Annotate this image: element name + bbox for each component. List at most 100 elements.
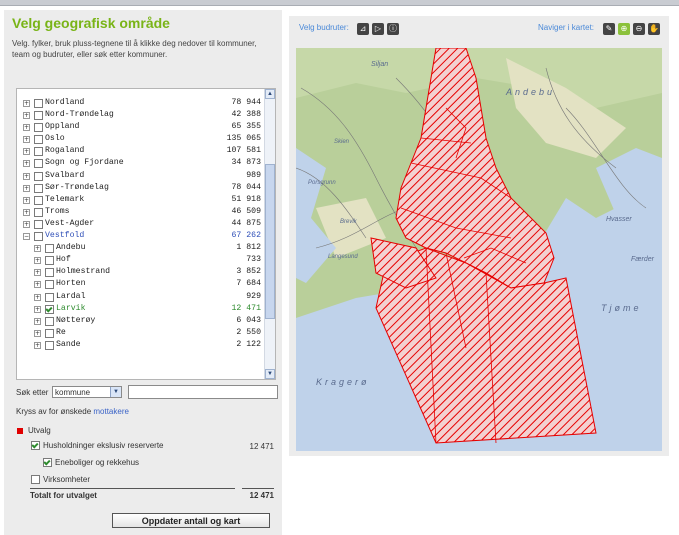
expand-icon[interactable]: +	[34, 245, 41, 253]
tree-row-checkbox[interactable]	[45, 304, 54, 314]
expand-icon[interactable]: +	[34, 341, 41, 349]
tree-row-checkbox[interactable]	[45, 244, 54, 254]
expand-icon[interactable]: +	[23, 136, 30, 144]
tree-row-label: Vestfold	[45, 231, 85, 241]
expand-icon[interactable]: +	[23, 148, 30, 156]
expand-icon[interactable]: +	[34, 281, 41, 289]
tree-scrollbar[interactable]: ▲ ▼	[264, 89, 275, 379]
scroll-down-icon[interactable]: ▼	[265, 369, 275, 379]
tree-row[interactable]: + Oslo 135 065	[17, 133, 263, 145]
tree-row-checkbox[interactable]	[45, 268, 54, 278]
tree-row-label: Holmestrand	[56, 267, 111, 277]
tree-row-checkbox[interactable]	[45, 316, 54, 326]
tree-row[interactable]: + Re 2 550	[17, 327, 263, 339]
tree-row-checkbox[interactable]	[45, 256, 54, 266]
eneboliger-option[interactable]: Eneboliger og rekkehus	[43, 458, 139, 468]
tree-row[interactable]: + Nord-Trøndelag 42 388	[17, 109, 263, 121]
pencil-icon[interactable]: ✎	[603, 23, 615, 35]
expand-icon[interactable]: +	[34, 317, 41, 325]
tree-row-checkbox[interactable]	[34, 147, 43, 157]
chevron-down-icon[interactable]: ▼	[110, 387, 121, 397]
tree-row-label: Nøtterøy	[56, 315, 96, 325]
tree-row[interactable]: + Holmestrand 3 852	[17, 266, 263, 278]
expand-icon[interactable]: +	[23, 100, 30, 107]
tree-row-checkbox[interactable]	[34, 219, 43, 229]
tree-row[interactable]: + Troms 46 509	[17, 206, 263, 218]
select-polygon-icon[interactable]: ⊿	[357, 23, 369, 35]
expand-icon[interactable]: +	[34, 257, 41, 265]
zoom-out-icon[interactable]: ⊖	[633, 23, 645, 35]
tree-row-checkbox[interactable]	[34, 159, 43, 169]
tree-row-checkbox[interactable]	[45, 340, 54, 350]
tree-row[interactable]: + Svalbard 989	[17, 170, 263, 182]
tree-row-count: 46 509	[231, 206, 261, 216]
tree-row-checkbox[interactable]	[34, 123, 43, 133]
tree-row[interactable]: + Rogaland 107 581	[17, 145, 263, 157]
tree-row[interactable]: − Vestfold 67 262	[17, 230, 263, 242]
tree-row-count: 929	[246, 291, 261, 301]
map-canvas[interactable]: Siljan Andebu Tjøme Kragerø Hvasser Færd…	[296, 48, 662, 451]
tree-rows: + Nordland 78 944 + Nord-Trøndelag 42 388 + Opp…	[17, 97, 263, 351]
tree-row-checkbox[interactable]	[34, 207, 43, 217]
tree-row[interactable]: + Nøtterøy 6 043	[17, 315, 263, 327]
search-type-select[interactable]: kommune ▼	[52, 386, 122, 398]
pan-hand-icon[interactable]: ✋	[648, 23, 660, 35]
virksomheter-option[interactable]: Virksomheter	[31, 475, 90, 485]
expand-icon[interactable]: +	[34, 329, 41, 337]
expand-icon[interactable]: +	[34, 269, 41, 277]
tree-row-checkbox[interactable]	[45, 280, 54, 290]
select-area-icon[interactable]: ▷	[372, 23, 384, 35]
region-tree: + Nordland 78 944 + Nord-Trøndelag 42 388 + Opp…	[16, 88, 276, 380]
tree-row[interactable]: + Hof 733	[17, 254, 263, 266]
info-icon[interactable]: ⓘ	[387, 23, 399, 35]
husholdninger-checkbox[interactable]	[31, 441, 40, 451]
tree-row[interactable]: + Sør-Trøndelag 78 044	[17, 182, 263, 194]
expand-icon[interactable]: +	[23, 220, 30, 228]
tree-row-checkbox[interactable]	[34, 232, 43, 242]
expand-icon[interactable]: +	[23, 112, 30, 120]
tree-row-count: 2 550	[236, 327, 261, 337]
tree-row[interactable]: + Vest-Agder 44 875	[17, 218, 263, 230]
scroll-up-icon[interactable]: ▲	[265, 89, 275, 99]
tree-row-checkbox[interactable]	[45, 292, 54, 302]
zoom-in-icon[interactable]: ⊕	[618, 23, 630, 35]
tree-row[interactable]: + Telemark 51 918	[17, 194, 263, 206]
virksomheter-checkbox[interactable]	[31, 475, 40, 485]
update-button[interactable]: Oppdater antall og kart	[112, 513, 270, 528]
tree-row-checkbox[interactable]	[34, 111, 43, 121]
tree-row-checkbox[interactable]	[34, 195, 43, 205]
scroll-thumb[interactable]	[265, 164, 275, 319]
expand-icon[interactable]: +	[23, 184, 30, 192]
utvalg-header: Utvalg	[17, 426, 51, 435]
tree-row[interactable]: + Horten 7 684	[17, 278, 263, 290]
tree-row[interactable]: + Larvik 12 471	[17, 303, 263, 315]
tree-row-checkbox[interactable]	[34, 171, 43, 181]
tree-row[interactable]: + Sogn og Fjordane 34 873	[17, 157, 263, 169]
recipients-link[interactable]: mottakere	[93, 407, 129, 416]
tree-row-checkbox[interactable]	[34, 183, 43, 193]
tree-row-label: Horten	[56, 279, 86, 289]
tree-row-label: Hof	[56, 255, 71, 265]
expand-icon[interactable]: +	[23, 160, 30, 168]
expand-icon[interactable]: +	[34, 293, 41, 301]
expand-icon[interactable]: +	[34, 305, 41, 313]
search-input[interactable]	[128, 385, 278, 399]
expand-icon[interactable]: +	[23, 124, 30, 132]
map-navigate-label: Naviger i kartet:	[538, 23, 595, 32]
expand-icon[interactable]: +	[23, 208, 30, 216]
tree-row-label: Sande	[56, 339, 81, 349]
husholdninger-option[interactable]: Husholdninger ekslusiv reserverte	[31, 441, 164, 451]
collapse-icon[interactable]: −	[23, 233, 30, 241]
tree-row-checkbox[interactable]	[34, 135, 43, 145]
eneboliger-checkbox[interactable]	[43, 458, 52, 468]
expand-icon[interactable]: +	[23, 172, 30, 180]
tree-row[interactable]: + Sande 2 122	[17, 339, 263, 351]
expand-icon[interactable]: +	[23, 196, 30, 204]
tree-row[interactable]: + Andebu 1 812	[17, 242, 263, 254]
tree-row-checkbox[interactable]	[45, 328, 54, 338]
utvalg-marker-icon	[17, 427, 23, 434]
tree-row[interactable]: + Lardal 929	[17, 291, 263, 303]
tree-row[interactable]: + Oppland 65 355	[17, 121, 263, 133]
tree-row-checkbox[interactable]	[34, 99, 43, 108]
tree-row[interactable]: + Nordland 78 944	[17, 97, 263, 109]
